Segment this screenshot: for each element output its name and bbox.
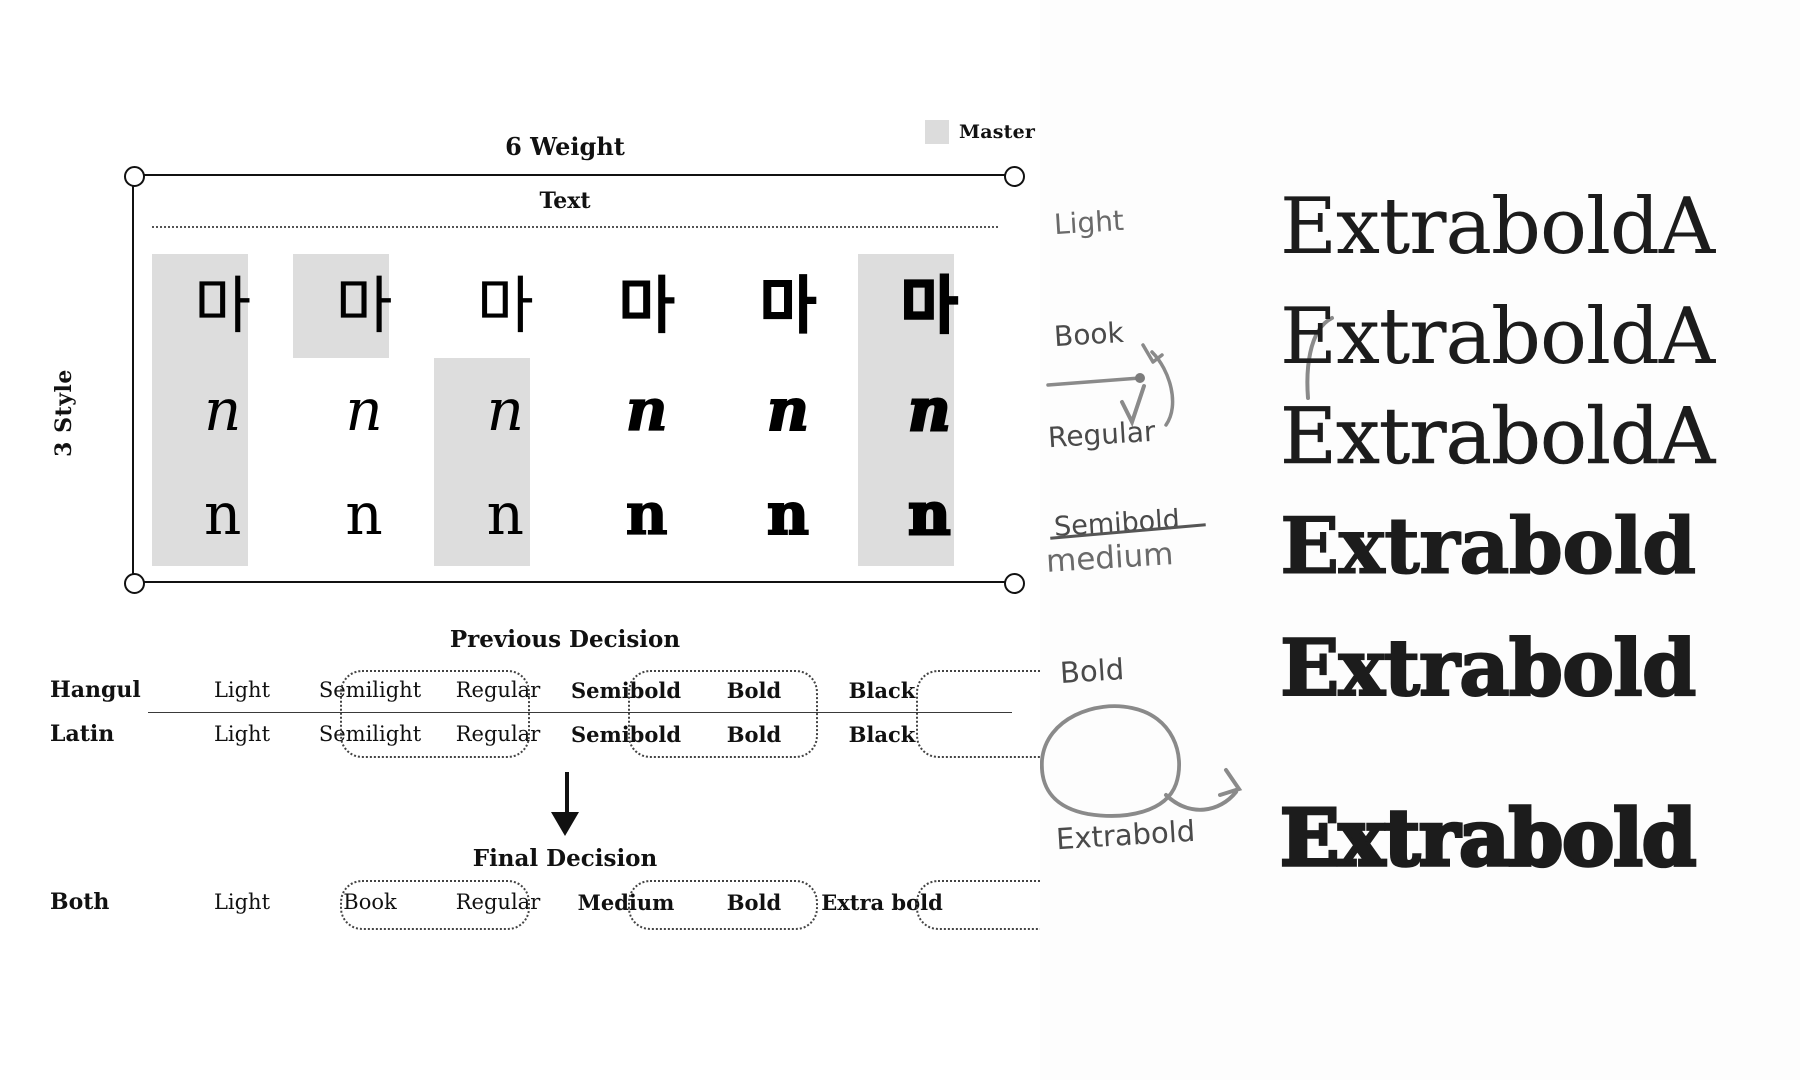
latin-roman-glyph: n xyxy=(766,480,810,548)
latin-italic-glyph: n xyxy=(345,376,383,444)
resize-handle-bottom-right[interactable] xyxy=(1004,573,1025,594)
resize-handle-bottom-left[interactable] xyxy=(124,573,145,594)
specimen-row: Regular ExtraboldA xyxy=(1040,388,1800,508)
hangul-glyph: 마 xyxy=(335,269,393,342)
handwritten-annotation-medium: medium xyxy=(1045,536,1175,580)
row-language-label: Both xyxy=(50,889,110,915)
text-category-label: Text xyxy=(539,188,591,214)
weight-axis-label: 6 Weight xyxy=(505,132,625,161)
weight-cell-highlighted: Black xyxy=(848,721,916,747)
latin-roman-glyph: n xyxy=(625,480,668,548)
handwritten-annotation-book: Book xyxy=(1053,315,1125,354)
latin-roman-glyph: n xyxy=(907,480,952,548)
weight-cell-highlighted: Extra bold xyxy=(821,889,943,915)
glyph-cell: n xyxy=(576,358,717,462)
weight-cell-highlighted: Semibold xyxy=(570,721,682,747)
specimen-text: Extrabold xyxy=(1279,623,1697,714)
glyph-cell: n xyxy=(293,462,434,566)
weight-cell: Regular xyxy=(455,678,541,702)
specimen-text: ExtraboldA xyxy=(1280,292,1715,382)
weight-cell: Light xyxy=(213,890,271,914)
specimen-text: Extrabold xyxy=(1278,793,1698,884)
glyph-cell: n xyxy=(717,358,858,462)
final-decision-title: Final Decision xyxy=(472,845,658,872)
printed-specimen-sheet: Light ExtraboldA Book ExtraboldA Regular… xyxy=(1040,0,1800,1080)
glyph-cell: n xyxy=(293,358,434,462)
glyph-cell: 마 xyxy=(576,254,717,358)
glyph-cell: 마 xyxy=(717,254,858,358)
latin-roman-glyph: n xyxy=(486,480,524,548)
resize-handle-top-right[interactable] xyxy=(1004,166,1025,187)
latin-roman-glyph: n xyxy=(203,480,242,548)
handwritten-annotation-light: Light xyxy=(1053,203,1125,242)
frame-top-edge xyxy=(132,174,1012,176)
handwritten-annotation-bold: Bold xyxy=(1059,652,1126,690)
specimen-text: ExtraboldA xyxy=(1280,392,1716,482)
weight-style-matrix-panel: Master 6 Weight Text 3 Style 마 마 마 마 마 마… xyxy=(0,0,1106,1080)
hangul-glyph: 마 xyxy=(194,269,252,342)
latin-italic-glyph: n xyxy=(486,376,524,444)
frame-left-edge xyxy=(132,174,134,581)
weight-cell: Light xyxy=(213,722,271,746)
weight-cell-highlighted: Medium xyxy=(577,889,675,915)
weight-cell-highlighted: Semilight xyxy=(318,678,422,702)
weight-cell-highlighted: Book xyxy=(343,890,397,914)
table-row: Hangul Light Semilight Regular Semibold … xyxy=(50,668,1012,713)
final-decision-table: Both Light Book Regular Medium Bold Extr… xyxy=(50,880,1106,932)
specimen-row: Light ExtraboldA xyxy=(1040,178,1800,298)
style-axis-label: 3 Style xyxy=(51,369,77,457)
weight-cell: Regular xyxy=(455,890,541,914)
specimen-row: Extrabold Extrabold xyxy=(1040,700,1800,880)
table-row: Latin Light Semilight Regular Semibold B… xyxy=(50,712,1010,756)
handwritten-annotation-regular: Regular xyxy=(1047,414,1157,455)
weight-cell: Bold xyxy=(726,677,782,703)
category-divider xyxy=(152,226,998,228)
frame-bottom-edge xyxy=(132,581,1012,583)
previous-decision-title: Previous Decision xyxy=(449,626,681,653)
hangul-glyph: 마 xyxy=(618,269,676,342)
specimen-text: Extrabold xyxy=(1279,501,1696,592)
latin-italic-glyph: n xyxy=(766,376,810,444)
previous-decision-table: Hangul Light Semilight Regular Semibold … xyxy=(50,668,1106,758)
flow-arrow-head-icon xyxy=(551,812,579,836)
latin-italic-glyph: n xyxy=(625,376,668,444)
weight-cell: Light xyxy=(213,678,271,702)
weight-cell-highlighted: Semilight xyxy=(318,722,422,746)
weight-cell: Bold xyxy=(726,889,782,915)
weight-cell-highlighted: Semibold xyxy=(570,677,682,703)
latin-italic-glyph: n xyxy=(203,376,242,444)
latin-roman-glyph: n xyxy=(345,480,383,548)
glyph-cell: 마 xyxy=(435,254,576,358)
specimen-text: ExtraboldA xyxy=(1280,182,1715,272)
glyph-cell: n xyxy=(576,462,717,566)
weight-cell: Regular xyxy=(455,722,541,746)
glyph-cell: n xyxy=(717,462,858,566)
hangul-glyph: 마 xyxy=(900,269,959,342)
latin-italic-glyph: n xyxy=(907,376,952,444)
hangul-glyph: 마 xyxy=(759,269,817,342)
row-language-label: Hangul xyxy=(50,677,141,703)
hangul-glyph: 마 xyxy=(476,269,534,342)
weight-cell: Bold xyxy=(726,721,782,747)
row-language-label: Latin xyxy=(50,721,115,747)
weight-cell-highlighted: Black xyxy=(848,677,916,703)
table-row: Both Light Book Regular Medium Bold Extr… xyxy=(50,880,1010,924)
resize-handle-top-left[interactable] xyxy=(124,166,145,187)
